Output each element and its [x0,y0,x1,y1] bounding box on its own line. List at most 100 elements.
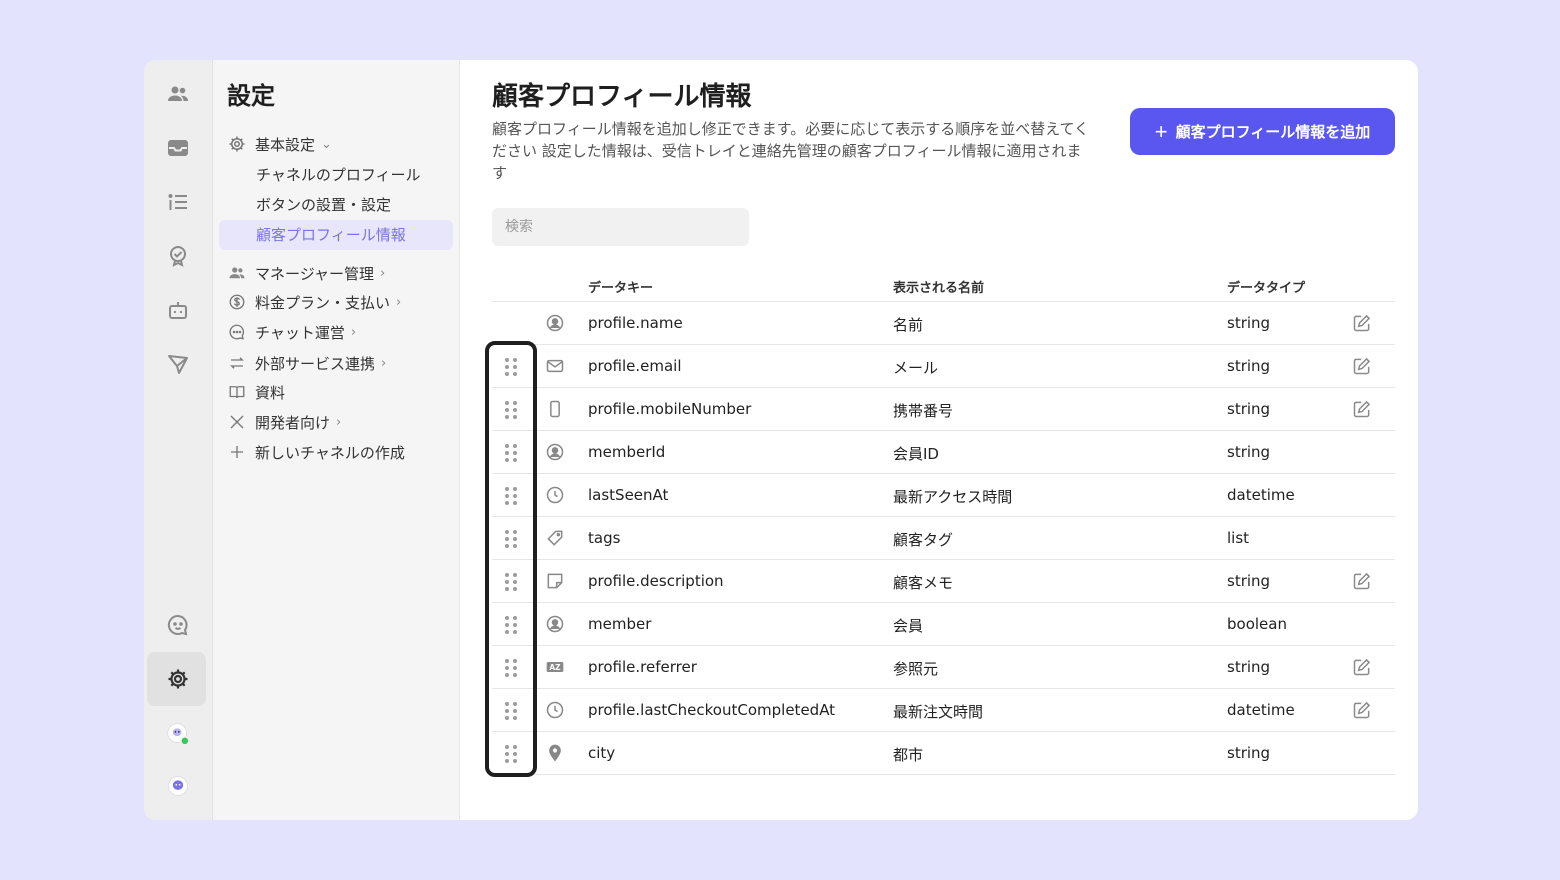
column-header-type: データタイプ [1227,281,1306,296]
sub-item-customer-profile[interactable]: 顧客プロフィール情報 [256,224,406,245]
cell-data-type: string [1227,443,1271,461]
badge-check-icon[interactable] [164,242,192,270]
edit-icon[interactable] [1352,700,1372,720]
cell-data-key: profile.description [588,572,724,590]
cell-data-key: profile.lastCheckoutCompletedAt [588,701,836,719]
table-row[interactable]: lastSeenAt 最新アクセス時間 datetime [492,474,1395,517]
cell-data-type: datetime [1227,701,1295,719]
table-row[interactable]: profile.email メール string [492,345,1395,388]
dollar-icon [227,292,247,312]
table-row[interactable]: profile.name 名前 string [492,302,1395,345]
menu-item-label: 料金プラン・支払い [255,293,391,312]
sub-item-button-settings[interactable]: ボタンの設置・設定 [256,194,391,215]
menu-item-new-channel[interactable]: 新しいチャネルの作成 [227,439,405,465]
svg-text:AZ: AZ [549,663,561,672]
cell-data-key: tags [588,529,621,547]
cell-display-name: 参照元 [893,660,939,678]
inbox-icon[interactable] [164,134,192,162]
cell-display-name: 都市 [893,746,924,764]
edit-icon[interactable] [1352,356,1372,376]
page-title: 顧客プロフィール情報 [492,82,752,112]
search-input[interactable] [492,208,749,246]
add-profile-field-button[interactable]: + 顧客プロフィール情報を追加 [1130,108,1395,155]
channel-avatar[interactable] [164,772,192,800]
column-header-key: データキー [588,281,654,296]
cell-data-key: profile.email [588,357,682,375]
cell-display-name: 携帯番号 [893,402,954,420]
support-chat-icon[interactable] [164,611,192,639]
edit-icon[interactable] [1352,313,1372,333]
plus-icon: + [1154,118,1168,144]
mail-icon [544,355,566,377]
cell-display-name: 会員ID [893,445,939,463]
tools-icon [227,412,247,432]
cell-display-name: 最新注文時間 [893,703,984,721]
swap-icon [227,353,247,373]
menu-item-label: 外部サービス連携 [255,354,376,373]
table-row[interactable]: AZ profile.referrer 参照元 string [492,646,1395,689]
table-row[interactable]: profile.mobileNumber 携帯番号 string [492,388,1395,431]
table-row[interactable]: memberId 会員ID string [492,431,1395,474]
chevron-down-icon: ⌄ [321,136,332,152]
table-body: profile.name 名前 string profile.email メール stri… [492,302,1395,775]
cell-data-key: profile.name [588,314,683,332]
table-row[interactable]: member 会員 boolean [492,603,1395,646]
table-row[interactable]: profile.lastCheckoutCompletedAt 最新注文時間 dat… [492,689,1395,732]
table-row[interactable]: tags 顧客タグ list [492,517,1395,560]
menu-item-label: 新しいチャネルの作成 [255,443,405,462]
cell-data-type: string [1227,658,1271,676]
clock-icon [544,484,566,506]
cell-display-name: 名前 [893,316,924,334]
menu-item-label: 開発者向け [255,413,331,432]
edit-icon[interactable] [1352,399,1372,419]
menu-item-docs[interactable]: 資料 [227,379,285,405]
drag-handles-highlight [485,341,537,777]
icon-rail [144,60,213,820]
table-row[interactable]: profile.description 顧客メモ string [492,560,1395,603]
users-icon[interactable] [164,80,192,108]
cell-data-key: profile.referrer [588,658,697,676]
edit-icon[interactable] [1352,657,1372,677]
add-button-label: 顧客プロフィール情報を追加 [1175,124,1371,141]
sub-item-channel-profile[interactable]: チャネルのプロフィール [256,164,421,185]
menu-item-label: 資料 [255,383,286,402]
chat-icon [227,322,247,342]
page-description: 顧客プロフィール情報を追加し修正できます。必要に応じて表示する順序を並べ替えてく… [492,120,1090,182]
settings-gear-icon[interactable] [164,665,192,693]
cell-data-type: string [1227,744,1271,762]
table-row[interactable]: city 都市 string [492,732,1395,775]
list-icon[interactable] [164,188,192,216]
cell-data-type: string [1227,572,1271,590]
menu-item-basic-settings[interactable]: 基本設定 ⌄ [227,131,332,157]
chevron-right-icon: › [381,355,387,371]
menu-item-managers[interactable]: マネージャー管理 › [227,260,385,286]
menu-item-developers[interactable]: 開発者向け › [227,409,341,435]
person-circle-icon [544,441,566,463]
pin-icon [544,742,566,764]
book-icon [227,382,247,402]
menu-item-label: マネージャー管理 [255,264,374,283]
menu-item-billing[interactable]: 料金プラン・支払い › [227,289,401,315]
cell-display-name: 会員 [893,617,924,635]
cell-display-name: 顧客タグ [893,531,954,549]
note-icon [544,570,566,592]
avatar[interactable] [164,720,192,748]
cell-data-key: member [588,615,652,633]
chevron-right-icon: › [350,324,357,340]
cell-data-key: lastSeenAt [588,486,669,504]
chevron-right-icon: › [336,414,342,430]
settings-title: 設定 [227,82,275,110]
settings-menu: 設定 基本設定 ⌄ チャネルのプロフィール ボタンの設置・設定 顧客プロフィール… [213,60,460,820]
send-icon[interactable] [164,350,192,378]
cell-data-type: datetime [1227,486,1295,504]
menu-item-integrations[interactable]: 外部サービス連携 › [227,350,386,376]
person-circle-icon [544,613,566,635]
chevron-right-icon: › [379,265,386,281]
gear-icon [227,134,247,154]
chevron-right-icon: › [396,294,402,310]
edit-icon[interactable] [1352,571,1372,591]
bot-icon[interactable] [164,296,192,324]
menu-item-chat-ops[interactable]: チャット運営 › [227,319,356,345]
cell-data-type: string [1227,400,1271,418]
cell-data-key: city [588,744,616,762]
